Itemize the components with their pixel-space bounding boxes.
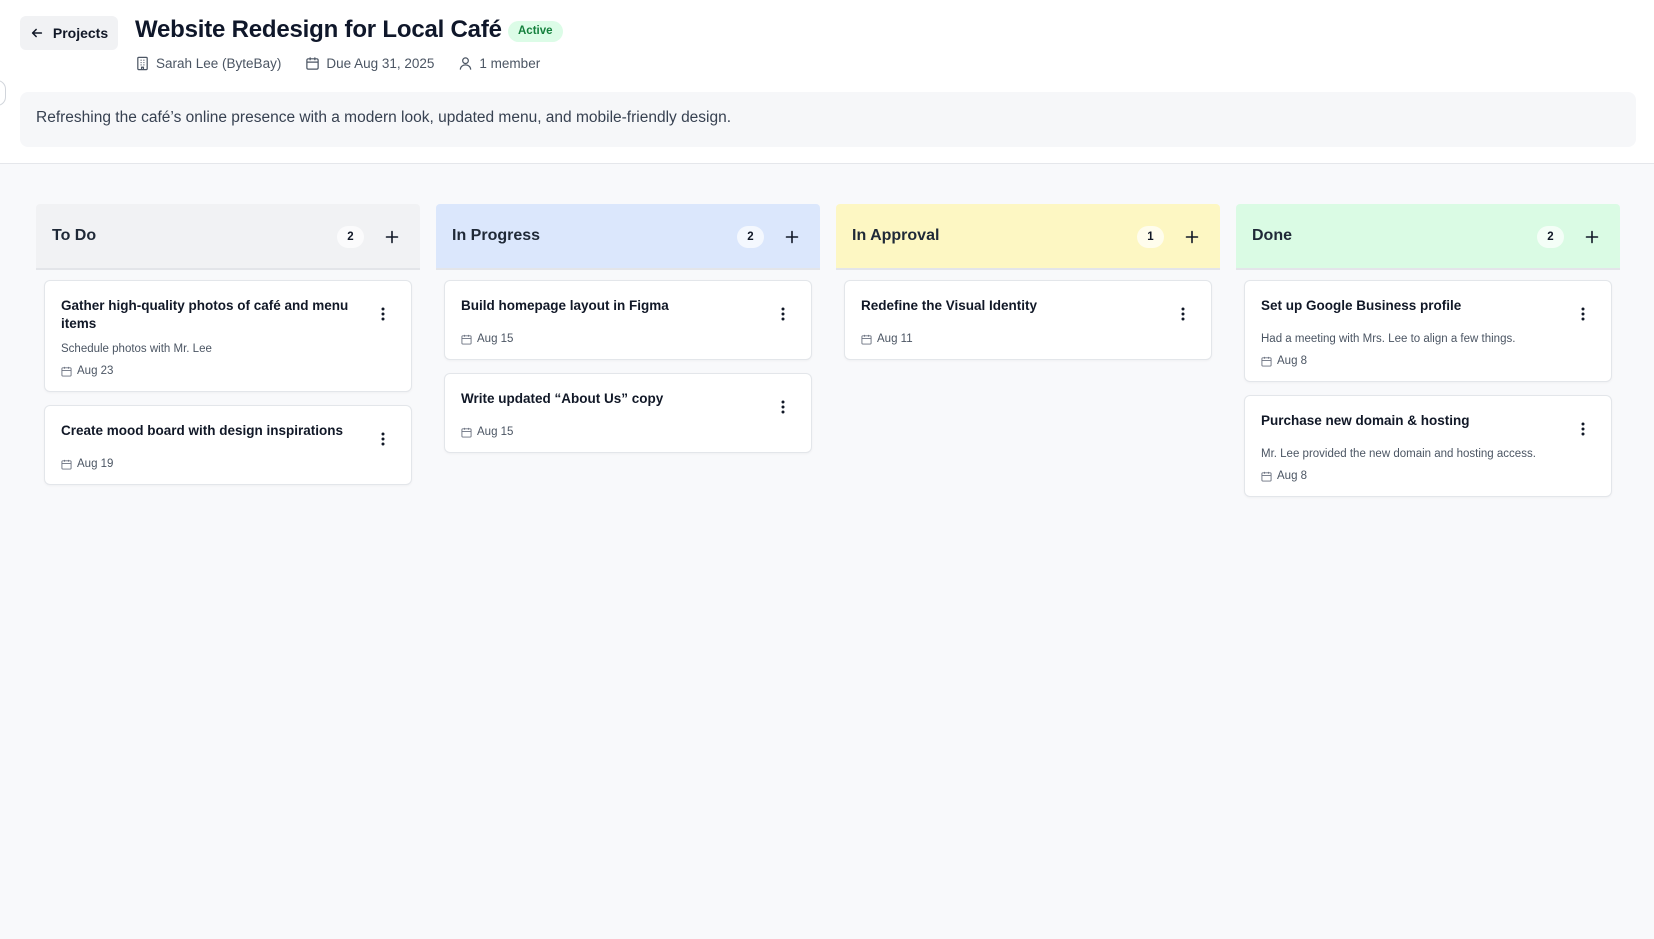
card-list: Redefine the Visual Identity Aug 11 [836, 270, 1220, 360]
column-title: In Approval [852, 227, 940, 244]
card-due-date: Aug 15 [461, 426, 761, 438]
more-vertical-icon [781, 307, 785, 321]
card-list: Gather high-quality photos of café and m… [36, 270, 420, 485]
plus-icon [385, 230, 399, 244]
calendar-icon [61, 366, 72, 377]
card-menu-button[interactable] [777, 398, 789, 416]
add-card-button[interactable] [380, 225, 404, 249]
building-icon [137, 56, 148, 71]
more-vertical-icon [1181, 307, 1185, 321]
card-menu-button[interactable] [777, 305, 789, 323]
column-done: Done 2 Set up Google Business profile Ha… [1236, 204, 1620, 510]
card-menu-button[interactable] [1577, 305, 1589, 323]
card-menu-button[interactable] [1177, 305, 1189, 323]
calendar-icon [306, 57, 320, 70]
calendar-icon [461, 427, 472, 438]
members-count: 1 member [479, 56, 541, 71]
more-vertical-icon [381, 432, 385, 446]
calendar-icon [861, 334, 872, 345]
task-card[interactable]: Redefine the Visual Identity Aug 11 [844, 280, 1212, 360]
card-date-text: Aug 8 [1277, 470, 1308, 482]
task-card[interactable]: Write updated “About Us” copy Aug 15 [444, 373, 812, 453]
card-description: Mr. Lee provided the new domain and host… [1261, 448, 1536, 460]
card-description: Had a meeting with Mrs. Lee to align a f… [1261, 333, 1516, 345]
card-list: Build homepage layout in Figma Aug 15 Wr… [436, 270, 820, 453]
task-card[interactable]: Gather high-quality photos of café and m… [44, 280, 412, 392]
project-meta: Sarah Lee (ByteBay) Due Aug 31, 2025 1 m… [135, 56, 540, 71]
card-date-text: Aug 8 [1277, 355, 1308, 367]
status-badge: Active [508, 21, 563, 42]
card-date-text: Aug 19 [77, 458, 114, 470]
task-card[interactable]: Purchase new domain & hosting Mr. Lee pr… [1244, 395, 1612, 497]
card-due-date: Aug 23 [61, 365, 361, 377]
card-title: Build homepage layout in Figma [461, 298, 669, 313]
more-vertical-icon [1581, 422, 1585, 436]
column-title: Done [1252, 227, 1292, 244]
card-title: Create mood board with design inspiratio… [61, 423, 344, 438]
column-title: To Do [52, 227, 97, 244]
column-title: In Progress [452, 227, 541, 244]
card-menu-button[interactable] [1577, 420, 1589, 438]
plus-icon [785, 230, 799, 244]
add-card-button[interactable] [780, 225, 804, 249]
add-card-button[interactable] [1580, 225, 1604, 249]
card-description: Schedule photos with Mr. Lee [61, 343, 212, 355]
card-title: Gather high-quality photos of café and m… [61, 298, 349, 331]
client-info: Sarah Lee (ByteBay) [135, 56, 281, 71]
back-button-label: Projects [52, 25, 109, 41]
back-to-projects-button[interactable]: Projects [20, 16, 118, 50]
column-header: Done 2 [1236, 204, 1620, 270]
column-todo: To Do 2 Gather high-quality photos of ca… [36, 204, 420, 498]
add-card-button[interactable] [1180, 225, 1204, 249]
more-vertical-icon [781, 400, 785, 414]
calendar-icon [1261, 356, 1272, 367]
column-header: To Do 2 [36, 204, 420, 270]
card-title: Purchase new domain & hosting [1261, 413, 1470, 428]
calendar-icon [461, 334, 472, 345]
card-due-date: Aug 15 [461, 333, 761, 345]
more-vertical-icon [1581, 307, 1585, 321]
card-menu-button[interactable] [377, 305, 389, 323]
plus-icon [1185, 230, 1199, 244]
card-due-date: Aug 8 [1261, 355, 1561, 367]
project-description: Refreshing the café’s online presence wi… [20, 92, 1636, 147]
card-date-text: Aug 11 [877, 333, 913, 345]
client-name: Sarah Lee (ByteBay) [156, 56, 282, 71]
plus-icon [1585, 230, 1599, 244]
card-list: Set up Google Business profile Had a mee… [1236, 270, 1620, 497]
due-date-info: Due Aug 31, 2025 [305, 56, 434, 71]
user-icon [460, 57, 472, 70]
card-due-date: Aug 11 [861, 333, 1161, 345]
column-count-badge: 2 [737, 226, 764, 248]
card-date-text: Aug 15 [477, 426, 514, 438]
task-card[interactable]: Build homepage layout in Figma Aug 15 [444, 280, 812, 360]
page-title: Website Redesign for Local Café [135, 16, 502, 43]
calendar-icon [61, 459, 72, 470]
members-info: 1 member [458, 56, 540, 71]
card-due-date: Aug 19 [61, 458, 361, 470]
due-date: Due Aug 31, 2025 [326, 56, 435, 71]
card-title: Redefine the Visual Identity [861, 298, 1038, 313]
column-count-badge: 2 [1537, 226, 1564, 248]
column-in-approval: In Approval 1 Redefine the Visual Identi… [836, 204, 1220, 373]
task-card[interactable]: Set up Google Business profile Had a mee… [1244, 280, 1612, 382]
calendar-icon [1261, 471, 1272, 482]
more-vertical-icon [381, 307, 385, 321]
column-count-badge: 2 [337, 226, 364, 248]
card-due-date: Aug 8 [1261, 470, 1561, 482]
project-header: Projects Website Redesign for Local Café… [0, 0, 1654, 164]
card-menu-button[interactable] [377, 430, 389, 448]
card-date-text: Aug 15 [477, 333, 514, 345]
column-header: In Approval 1 [836, 204, 1220, 270]
column-in-progress: In Progress 2 Build homepage layout in F… [436, 204, 820, 466]
task-card[interactable]: Create mood board with design inspiratio… [44, 405, 412, 485]
arrow-left-icon [31, 28, 43, 38]
card-title: Set up Google Business profile [1261, 298, 1462, 313]
card-date-text: Aug 23 [77, 365, 114, 377]
card-title: Write updated “About Us” copy [461, 391, 664, 406]
column-count-badge: 1 [1137, 226, 1164, 248]
column-header: In Progress 2 [436, 204, 820, 270]
sidebar-toggle[interactable] [0, 80, 6, 106]
